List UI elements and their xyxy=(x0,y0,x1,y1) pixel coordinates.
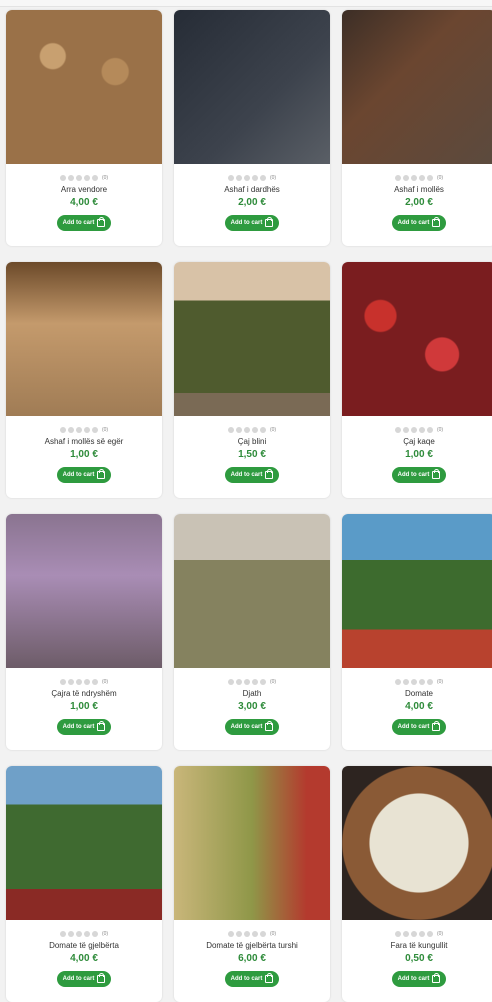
rating-stars: (0) xyxy=(227,426,277,434)
product-price: 2,00 € xyxy=(238,197,266,208)
product-card[interactable]: (0) Çaj kaqe 1,00 € Add to cart xyxy=(342,262,492,498)
add-to-cart-button[interactable]: Add to cart xyxy=(56,215,112,231)
product-price: 1,00 € xyxy=(405,449,433,460)
shopping-bag-icon xyxy=(265,469,274,479)
rating-stars: (0) xyxy=(227,174,277,182)
product-card[interactable]: (0) Arra vendore 4,00 € Add to cart xyxy=(6,10,162,246)
product-price: 1,50 € xyxy=(238,449,266,460)
product-name[interactable]: Domate të gjelbërta turshi xyxy=(206,941,298,951)
rating-stars: (0) xyxy=(394,930,444,938)
product-grid: (0) Arra vendore 4,00 € Add to cart (0) … xyxy=(6,10,492,1002)
shopping-bag-icon xyxy=(432,469,441,479)
product-price: 4,00 € xyxy=(405,701,433,712)
shopping-bag-icon xyxy=(265,217,274,227)
add-to-cart-button[interactable]: Add to cart xyxy=(224,467,280,483)
add-to-cart-button[interactable]: Add to cart xyxy=(391,215,447,231)
product-card[interactable]: (0) Ashaf i dardhës 2,00 € Add to cart xyxy=(174,10,330,246)
product-price: 1,00 € xyxy=(70,701,98,712)
product-card[interactable]: (0) Fara të kungullit 0,50 € Add to cart xyxy=(342,766,492,1002)
review-count: (0) xyxy=(436,931,444,937)
add-to-cart-button[interactable]: Add to cart xyxy=(224,971,280,987)
rating-stars: (0) xyxy=(59,174,109,182)
rating-stars: (0) xyxy=(394,174,444,182)
add-to-cart-button[interactable]: Add to cart xyxy=(391,467,447,483)
rating-stars: (0) xyxy=(227,678,277,686)
shopping-bag-icon xyxy=(432,217,441,227)
product-image-dried-pears[interactable] xyxy=(174,10,330,164)
product-card[interactable]: (0) Domate të gjelbërta 4,00 € Add to ca… xyxy=(6,766,162,1002)
page-top-edge xyxy=(0,0,492,7)
product-image-dried-apples[interactable] xyxy=(342,10,492,164)
shopping-bag-icon xyxy=(97,469,106,479)
product-name[interactable]: Ashaf i mollës xyxy=(394,185,444,195)
review-count: (0) xyxy=(101,427,109,433)
product-card[interactable]: (0) Çaj blini 1,50 € Add to cart xyxy=(174,262,330,498)
shopping-bag-icon xyxy=(432,721,441,731)
add-to-cart-button[interactable]: Add to cart xyxy=(56,719,112,735)
product-card[interactable]: (0) Çajra të ndryshëm 1,00 € Add to cart xyxy=(6,514,162,750)
shopping-bag-icon xyxy=(432,973,441,983)
review-count: (0) xyxy=(269,427,277,433)
product-name[interactable]: Fara të kungullit xyxy=(391,941,448,951)
review-count: (0) xyxy=(436,427,444,433)
product-image-pickled-green-tomatoes[interactable] xyxy=(174,766,330,920)
review-count: (0) xyxy=(101,175,109,181)
product-image-cheese[interactable] xyxy=(174,514,330,668)
product-name[interactable]: Çaj kaqe xyxy=(403,437,435,447)
product-image-green-tomato-jar[interactable] xyxy=(6,766,162,920)
shopping-bag-icon xyxy=(265,973,274,983)
product-name[interactable]: Arra vendore xyxy=(61,185,107,195)
review-count: (0) xyxy=(269,175,277,181)
product-card[interactable]: (0) Ashaf i mollës së egër 1,00 € Add to… xyxy=(6,262,162,498)
product-price: 2,00 € xyxy=(405,197,433,208)
product-price: 0,50 € xyxy=(405,953,433,964)
rating-stars: (0) xyxy=(394,426,444,434)
review-count: (0) xyxy=(436,679,444,685)
product-image-tomato-jar[interactable] xyxy=(342,514,492,668)
review-count: (0) xyxy=(436,175,444,181)
review-count: (0) xyxy=(101,679,109,685)
product-image-walnuts[interactable] xyxy=(6,10,162,164)
rating-stars: (0) xyxy=(394,678,444,686)
product-name[interactable]: Djath xyxy=(243,689,262,699)
shopping-bag-icon xyxy=(97,721,106,731)
product-price: 4,00 € xyxy=(70,953,98,964)
product-name[interactable]: Çaj blini xyxy=(238,437,266,447)
product-price: 6,00 € xyxy=(238,953,266,964)
product-image-dried-wild-apples[interactable] xyxy=(6,262,162,416)
rating-stars: (0) xyxy=(227,930,277,938)
product-card[interactable]: (0) Ashaf i mollës 2,00 € Add to cart xyxy=(342,10,492,246)
add-to-cart-button[interactable]: Add to cart xyxy=(224,719,280,735)
rating-stars: (0) xyxy=(59,678,109,686)
add-to-cart-button[interactable]: Add to cart xyxy=(56,467,112,483)
product-card[interactable]: (0) Domate të gjelbërta turshi 6,00 € Ad… xyxy=(174,766,330,1002)
review-count: (0) xyxy=(269,679,277,685)
shopping-bag-icon xyxy=(265,721,274,731)
shopping-bag-icon xyxy=(97,973,106,983)
add-to-cart-button[interactable]: Add to cart xyxy=(391,719,447,735)
product-price: 1,00 € xyxy=(70,449,98,460)
review-count: (0) xyxy=(101,931,109,937)
product-price: 3,00 € xyxy=(238,701,266,712)
product-name[interactable]: Domate të gjelbërta xyxy=(49,941,119,951)
product-price: 4,00 € xyxy=(70,197,98,208)
rating-stars: (0) xyxy=(59,930,109,938)
product-card[interactable]: (0) Djath 3,00 € Add to cart xyxy=(174,514,330,750)
product-name[interactable]: Domate xyxy=(405,689,433,699)
product-image-pumpkin-seeds[interactable] xyxy=(342,766,492,920)
rating-stars: (0) xyxy=(59,426,109,434)
add-to-cart-button[interactable]: Add to cart xyxy=(391,971,447,987)
add-to-cart-button[interactable]: Add to cart xyxy=(56,971,112,987)
product-card[interactable]: (0) Domate 4,00 € Add to cart xyxy=(342,514,492,750)
product-image-various-teas[interactable] xyxy=(6,514,162,668)
product-name[interactable]: Ashaf i dardhës xyxy=(224,185,280,195)
product-image-linden-tea[interactable] xyxy=(174,262,330,416)
shopping-bag-icon xyxy=(97,217,106,227)
product-name[interactable]: Çajra të ndryshëm xyxy=(51,689,116,699)
review-count: (0) xyxy=(269,931,277,937)
product-name[interactable]: Ashaf i mollës së egër xyxy=(45,437,124,447)
product-image-rosehip-tea[interactable] xyxy=(342,262,492,416)
add-to-cart-button[interactable]: Add to cart xyxy=(224,215,280,231)
